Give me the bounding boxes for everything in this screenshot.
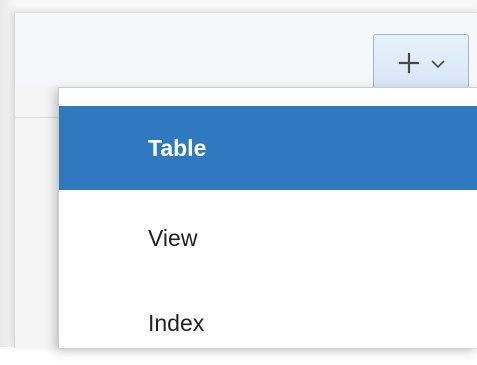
chevron-down-icon — [431, 59, 445, 68]
menu-item-label: Table — [148, 134, 207, 161]
add-dropdown-button[interactable] — [373, 34, 469, 90]
menu-item-label: Index — [148, 309, 205, 336]
menu-item-label: View — [148, 224, 198, 251]
menu-item-view[interactable]: View — [59, 196, 477, 280]
menu-item-table[interactable]: Table — [59, 106, 477, 190]
divider — [15, 117, 59, 118]
add-dropdown-menu: Table View Index — [58, 87, 477, 348]
plus-icon — [399, 52, 419, 73]
menu-item-index[interactable]: Index — [59, 281, 477, 365]
